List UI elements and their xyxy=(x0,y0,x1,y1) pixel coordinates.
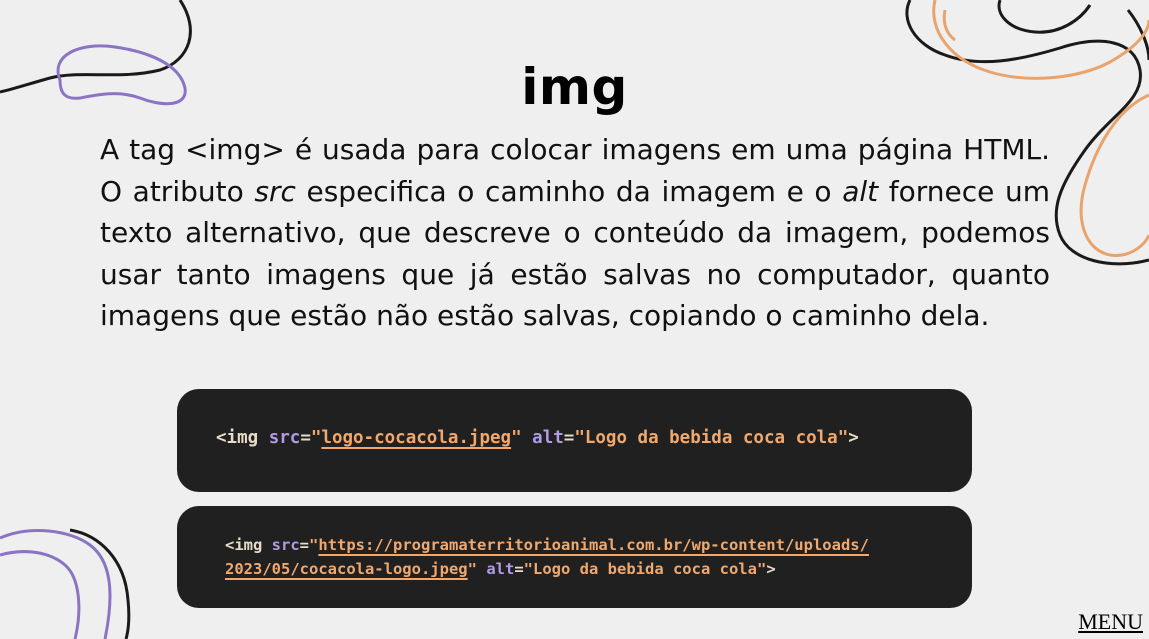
code-eq: = xyxy=(563,428,575,448)
top-right-black-swirl-2 xyxy=(997,0,1092,34)
code-quote: " xyxy=(467,560,477,578)
code-tag-close: > xyxy=(848,428,859,448)
top-right-black-swirl-3 xyxy=(1126,9,1149,61)
code-example-url: <img src="https://programaterritorioanim… xyxy=(177,506,972,608)
description-text: A tag <img> é usada para colocar imagens… xyxy=(100,129,1050,337)
code-eq: = xyxy=(299,536,310,554)
code-quote: " xyxy=(511,428,522,448)
code-attr-alt: alt xyxy=(486,560,515,578)
bottom-left-purple-swirl-2 xyxy=(0,550,81,639)
bottom-left-purple-swirl xyxy=(0,529,112,639)
code-attr-src: src xyxy=(268,428,301,448)
code-quote: " xyxy=(310,428,322,448)
bottom-left-black-swirl xyxy=(69,528,131,639)
menu-link[interactable]: MENU xyxy=(1078,609,1143,635)
code-alt-value: "Logo da bebida coca cola" xyxy=(574,428,849,448)
code-attr-src: src xyxy=(271,536,300,554)
description-em-alt: alt xyxy=(842,174,879,208)
code-src-value: logo-cocacola.jpeg xyxy=(321,428,512,448)
code-alt-value: "Logo da bebida coca cola" xyxy=(523,560,767,578)
description-part-2: especifica o caminho da imagem e o xyxy=(295,174,843,208)
code-tag-close: > xyxy=(766,560,776,578)
code-quote: " xyxy=(309,536,319,554)
code-tag-open: <img xyxy=(225,536,263,554)
code-eq: = xyxy=(514,560,524,578)
description-em-src: src xyxy=(254,174,296,208)
code-src-value-line-1: https://programaterritorioanimal.com.br/… xyxy=(318,536,869,554)
top-right-orange-swirl-3 xyxy=(942,9,956,42)
code-eq: = xyxy=(300,428,311,448)
code-attr-alt: alt xyxy=(532,428,564,448)
code-tag-open: <img xyxy=(216,428,259,448)
top-right-orange-swirl-2 xyxy=(1079,93,1149,257)
code-src-value-line-2: 2023/05/cocacola-logo.jpeg xyxy=(225,560,468,578)
code-example-local: <img src="logo-cocacola.jpeg" alt="Logo … xyxy=(177,389,972,492)
page-title: img xyxy=(521,58,628,116)
